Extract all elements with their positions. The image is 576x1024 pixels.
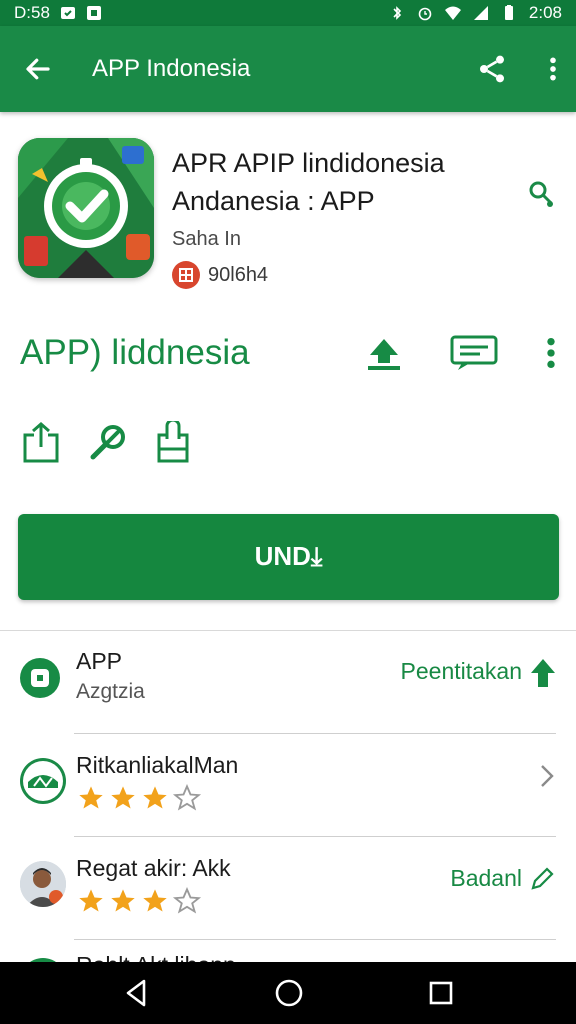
message-button[interactable] — [450, 335, 498, 371]
recents-nav-icon[interactable] — [428, 980, 454, 1006]
app-square-icon — [20, 658, 60, 698]
share-out-icon — [23, 422, 59, 463]
chevron-right-icon[interactable] — [538, 762, 556, 790]
app-logo-icon[interactable] — [18, 138, 154, 278]
app-logo-graphic — [18, 138, 154, 278]
download-box-button[interactable] — [152, 420, 194, 466]
star-empty-icon — [172, 887, 202, 914]
message-icon — [450, 335, 498, 370]
section-title: APP) liddnesia — [20, 333, 250, 372]
list-item[interactable]: Rahlt Akt lihann — [0, 950, 576, 962]
install-button[interactable]: UND⤓ — [18, 514, 559, 600]
star-rating — [76, 887, 450, 915]
section-header: APP) liddnesia — [0, 325, 576, 381]
star-filled-icon — [111, 889, 135, 912]
review-avatar — [20, 758, 66, 804]
notification-icon — [60, 7, 75, 19]
list-item[interactable]: Regat akir: Akk Badanl — [0, 853, 576, 953]
home-nav-icon[interactable] — [274, 978, 304, 1008]
app-meta-text: 90l6h4 — [208, 263, 269, 286]
list-item-action-label[interactable]: Badanl — [450, 865, 522, 892]
more-options-button[interactable] — [548, 56, 558, 82]
upload-icon — [368, 339, 400, 370]
pin-button[interactable] — [86, 420, 128, 466]
more-vert-icon — [550, 57, 556, 81]
grid-badge-icon — [172, 261, 200, 289]
download-box-icon — [157, 421, 189, 463]
tag-icon — [529, 181, 553, 207]
star-filled-icon — [79, 889, 103, 912]
quick-actions-row — [20, 420, 194, 466]
app-bar-title: APP Indonesia — [92, 55, 251, 82]
list-item-title: APP — [76, 648, 123, 674]
edit-icon[interactable] — [530, 865, 556, 891]
arrow-left-icon — [26, 58, 50, 80]
user-avatar — [20, 861, 66, 907]
app-name-line2: Andanesia : APP — [172, 186, 375, 216]
share-icon — [480, 55, 504, 83]
app-name-line1: APR APIP lindidonesia — [172, 148, 445, 178]
list-item-subtitle: Azgtzia — [76, 680, 145, 703]
star-filled-icon — [111, 786, 135, 809]
divider — [74, 939, 556, 940]
star-rating — [76, 784, 538, 812]
back-nav-icon[interactable] — [122, 978, 150, 1008]
list-item[interactable]: APP Azgtzia Peentitakan — [0, 646, 576, 746]
section-more-button[interactable] — [546, 336, 556, 370]
list-item-title: RitkanliakalMan — [76, 752, 239, 778]
app-header: APR APIP lindidonesia Andanesia : APP Sa… — [0, 138, 576, 289]
wifi-icon — [444, 6, 461, 20]
developer-name[interactable]: Saha In — [172, 228, 558, 251]
share-out-button[interactable] — [20, 420, 62, 466]
upload-button[interactable] — [366, 335, 402, 371]
share-button[interactable] — [476, 53, 508, 85]
list-item-title: Regat akir: Akk — [76, 855, 231, 881]
divider — [74, 836, 556, 837]
list-item-title: Rahlt Akt lihann — [76, 950, 556, 962]
list-item-action-label[interactable]: Peentitakan — [401, 658, 522, 685]
wishlist-button[interactable] — [526, 178, 558, 210]
signal-icon — [473, 6, 488, 20]
up-arrow-icon[interactable] — [530, 658, 556, 688]
app-notification-icon — [86, 6, 101, 20]
app-bar: APP Indonesia — [0, 26, 576, 112]
divider — [74, 733, 556, 734]
status-time-left: D:58 — [14, 3, 50, 22]
status-time-right: 2:08 — [528, 3, 562, 22]
star-filled-icon — [79, 786, 103, 809]
star-filled-icon — [143, 889, 167, 912]
bluetooth-icon — [393, 6, 402, 20]
pin-icon — [90, 425, 125, 460]
more-vert-icon — [547, 337, 555, 369]
divider — [0, 630, 576, 631]
navigation-bar — [0, 962, 576, 1024]
app-meta: 90l6h4 — [172, 261, 558, 289]
list-item[interactable]: RitkanliakalMan — [0, 750, 576, 850]
back-button[interactable] — [18, 49, 58, 89]
star-filled-icon — [143, 786, 167, 809]
battery-icon — [504, 5, 513, 20]
status-bar: D:58 2:08 — [0, 0, 576, 26]
star-empty-icon — [172, 784, 202, 811]
alarm-icon — [418, 7, 432, 21]
